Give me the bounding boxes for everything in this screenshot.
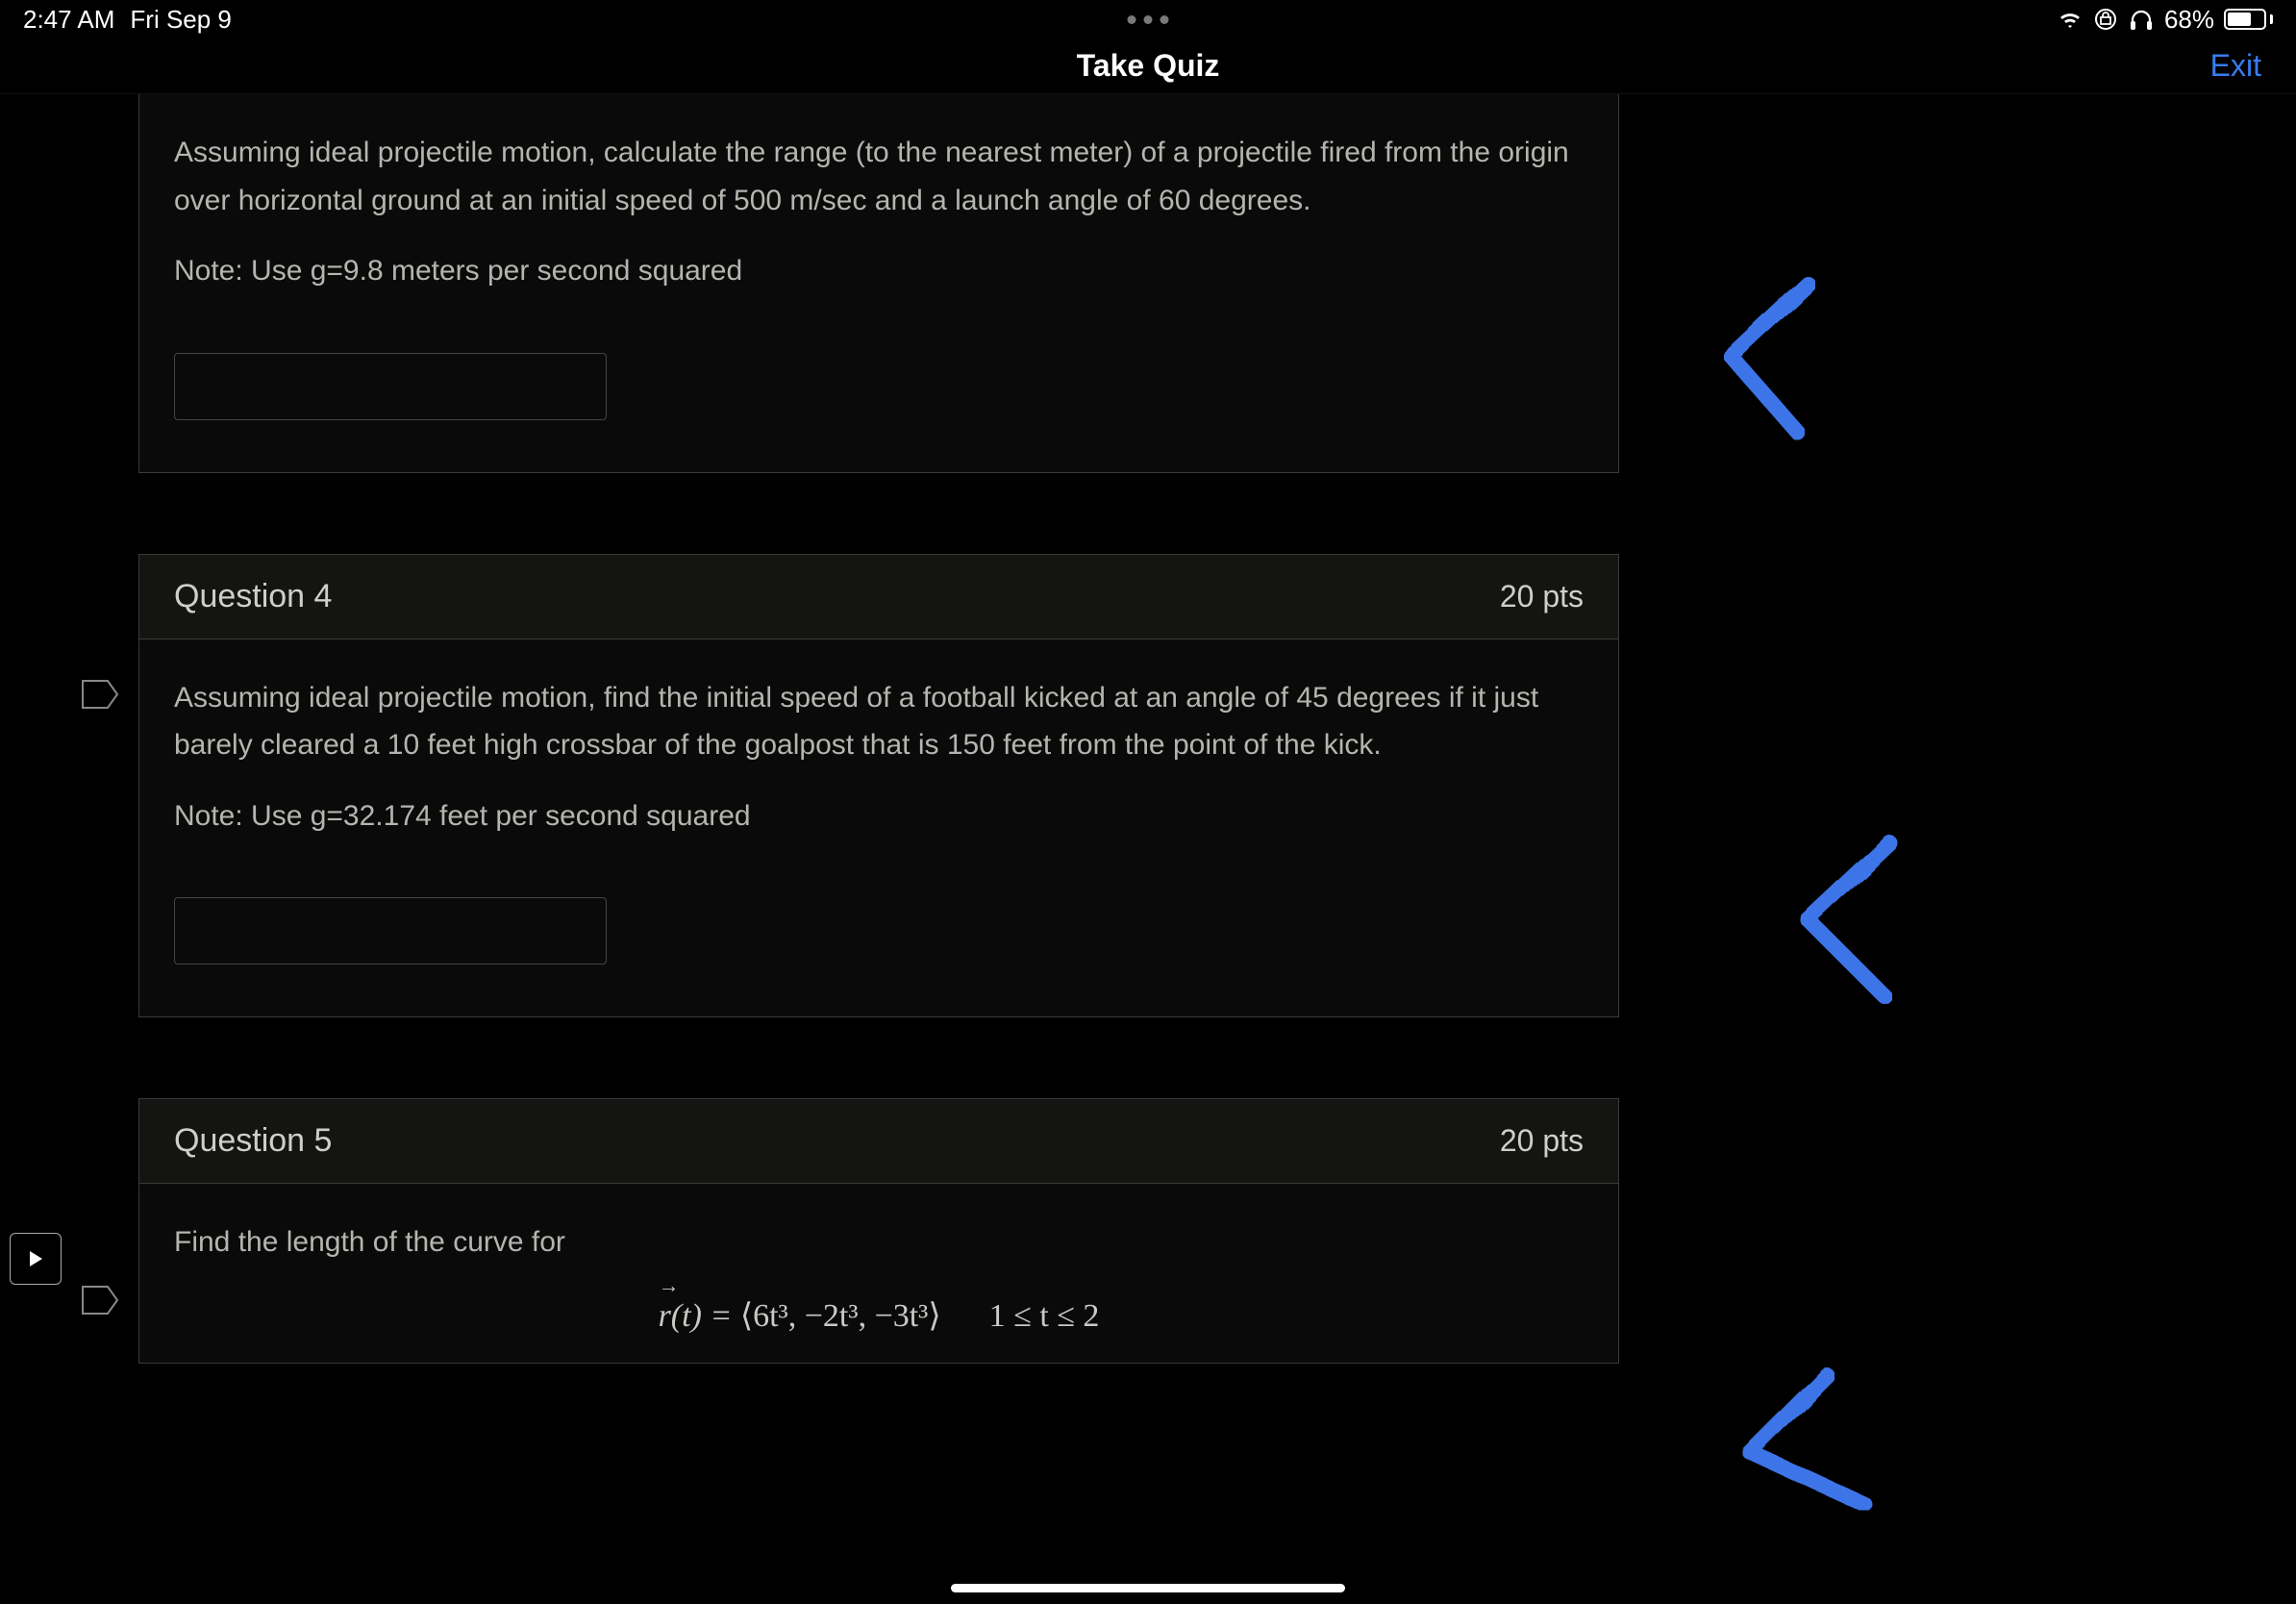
wifi-icon [2057, 9, 2084, 30]
expand-sidebar-button[interactable] [10, 1233, 62, 1285]
battery-percent: 68% [2164, 5, 2214, 35]
exit-button[interactable]: Exit [2210, 48, 2261, 84]
orientation-lock-icon [2093, 7, 2118, 32]
answer-input[interactable] [174, 897, 607, 965]
battery-icon [2224, 9, 2273, 30]
question-card-3: Assuming ideal projectile motion, calcul… [138, 94, 1619, 473]
question-note: Note: Use g=9.8 meters per second square… [174, 247, 1584, 295]
question-text: Find the length of the curve for [174, 1218, 1584, 1266]
headphones-icon [2128, 7, 2155, 32]
question-text: Assuming ideal projectile motion, calcul… [174, 129, 1584, 224]
question-note: Note: Use g=32.174 feet per second squar… [174, 792, 1584, 840]
question-card-5: Question 5 20 pts Find the length of the… [138, 1098, 1619, 1364]
bookmark-flag-icon[interactable] [81, 677, 119, 712]
question-card-4: Question 4 20 pts Assuming ideal project… [138, 554, 1619, 1018]
answer-input[interactable] [174, 353, 607, 420]
question-header: Question 4 20 pts [139, 555, 1618, 639]
status-date: Fri Sep 9 [130, 5, 232, 35]
device-status-bar: 2:47 AM Fri Sep 9 68% [0, 0, 2296, 38]
status-time: 2:47 AM [23, 5, 114, 35]
question-header: Question 5 20 pts [139, 1099, 1618, 1184]
dot-icon [1128, 15, 1136, 24]
question-formula: r(t) = ⟨6t³, −2t³, −3t³⟩ 1 ≤ t ≤ 2 [174, 1290, 1584, 1343]
dot-icon [1144, 15, 1153, 24]
question-label: Question 5 [174, 1122, 332, 1160]
bookmark-flag-icon[interactable] [81, 1283, 119, 1317]
home-indicator[interactable] [951, 1584, 1345, 1592]
question-points: 20 pts [1500, 1123, 1584, 1159]
multitask-dots[interactable] [1128, 15, 1169, 24]
dot-icon [1160, 15, 1169, 24]
question-points: 20 pts [1500, 579, 1584, 614]
question-label: Question 4 [174, 578, 332, 615]
question-text: Assuming ideal projectile motion, find t… [174, 674, 1584, 769]
quiz-content: Assuming ideal projectile motion, calcul… [0, 94, 2296, 1604]
app-nav-bar: Take Quiz Exit [0, 38, 2296, 94]
page-title: Take Quiz [1077, 48, 1220, 84]
